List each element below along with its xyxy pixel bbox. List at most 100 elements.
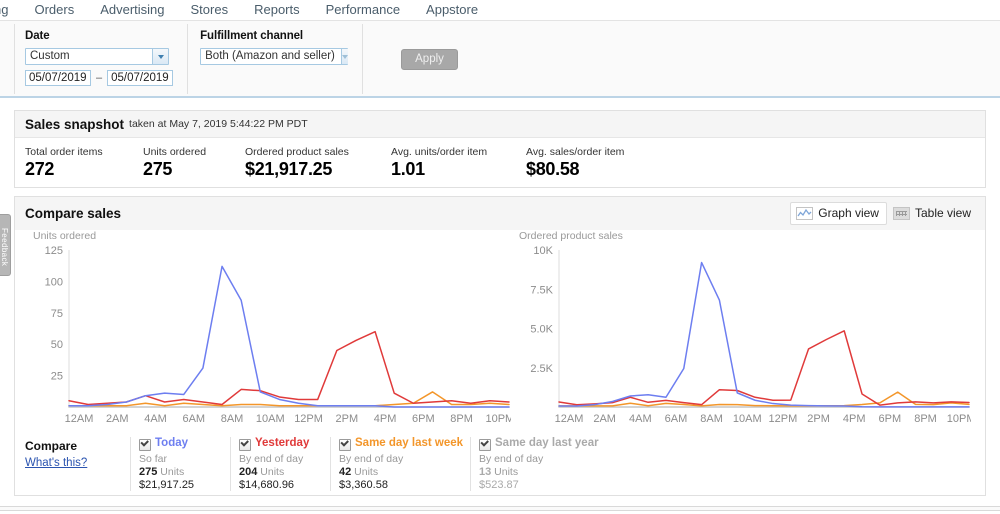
plot-area[interactable]: 25 50 75 100 125 12AM 2AM 4AM 6AM 8AM 10AM 12PM 2PM 4…	[33, 244, 511, 429]
nav-item-appstore[interactable]: Appstore	[413, 0, 491, 20]
date-end-input[interactable]	[107, 70, 174, 86]
svg-text:7.5K: 7.5K	[530, 284, 553, 296]
svg-text:2AM: 2AM	[106, 413, 129, 425]
chart-caption: Ordered product sales	[519, 230, 623, 242]
nav-item-performance[interactable]: Performance	[313, 0, 413, 20]
svg-text:25: 25	[51, 371, 63, 383]
svg-text:4AM: 4AM	[629, 413, 652, 425]
legend-sub: By end of day	[239, 453, 304, 465]
metric-value: $80.58	[526, 159, 580, 179]
legend-units-value: 42	[339, 466, 352, 478]
legend-sub: By end of day	[479, 453, 544, 465]
date-range-select-value: Custom	[30, 50, 70, 62]
compare-sales-card: Compare sales Graph view Table view Unit…	[14, 196, 986, 496]
svg-text:4PM: 4PM	[374, 413, 397, 425]
metric-value: 275	[143, 159, 173, 179]
legend-head: Same day last week	[339, 437, 470, 451]
metric-label: Avg. units/order item	[391, 146, 488, 158]
nav-item-advertising[interactable]: Advertising	[87, 0, 177, 20]
fulfillment-filter-label: Fulfillment channel	[200, 30, 304, 42]
line-chart-icon	[796, 206, 814, 220]
legend-units: 204 Units	[239, 466, 330, 478]
plot-area[interactable]: 2.5K 5.0K 7.5K 10K 12AM 2AM 4AM 6AM 8AM 10AM 12PM 2…	[519, 244, 971, 429]
svg-text:2PM: 2PM	[807, 413, 830, 425]
checkbox-same-day-last-year[interactable]	[479, 439, 491, 451]
svg-text:12AM: 12AM	[555, 413, 584, 425]
legend-amount: $21,917.25	[139, 479, 195, 491]
legend-units-word: Units	[160, 466, 185, 478]
table-view-label: Table view	[914, 206, 971, 220]
date-filter-group: Date Custom –	[14, 24, 187, 94]
view-toggle: Graph view Table view	[790, 202, 979, 225]
chart-caption: Units ordered	[33, 230, 97, 242]
filter-bar: Date Custom – Fulfillment channel Both (…	[0, 20, 1000, 98]
whats-this-link[interactable]: What's this?	[25, 457, 87, 469]
date-range-separator: –	[96, 72, 103, 84]
fulfillment-channel-select[interactable]: Both (Amazon and seller)	[200, 48, 349, 65]
legend-amount: $523.87	[479, 479, 519, 491]
nav-item-orders[interactable]: Orders	[21, 0, 87, 20]
legend-item-yesterday[interactable]: Yesterday By end of day 204 Units $14,68…	[230, 437, 330, 491]
metric-label: Total order items	[25, 146, 103, 158]
svg-text:8PM: 8PM	[450, 413, 473, 425]
compare-legend-row: Compare What's this? Today So far 275 Un…	[15, 437, 985, 491]
legend-sub: By end of day	[339, 453, 404, 465]
legend-label: Yesterday	[255, 437, 310, 449]
legend-units-word: Units	[494, 466, 519, 478]
line-chart-svg: 2.5K 5.0K 7.5K 10K 12AM 2AM 4AM 6AM 8AM 10AM 12PM 2…	[530, 245, 971, 425]
legend-label: Today	[155, 437, 189, 449]
checkbox-same-day-last-week[interactable]	[339, 439, 351, 451]
legend-item-today[interactable]: Today So far 275 Units $21,917.25	[130, 437, 230, 491]
graph-view-label: Graph view	[818, 206, 879, 220]
svg-text:2AM: 2AM	[593, 413, 616, 425]
date-filter-label: Date	[25, 30, 50, 42]
nav-item-reports[interactable]: Reports	[241, 0, 313, 20]
nav-item-0[interactable]: ng	[0, 0, 21, 20]
legend-amount: $14,680.96	[239, 479, 295, 491]
legend-units-value: 275	[139, 466, 158, 478]
svg-text:12PM: 12PM	[294, 413, 323, 425]
legend-head: Today	[139, 437, 230, 451]
metric-ordered-product-sales: Ordered product sales $21,917.25	[245, 146, 377, 180]
chart-ordered-product-sales: Ordered product sales 2.5K 5.0K 7.5K 10K 12A…	[519, 230, 971, 429]
metric-label: Avg. sales/order item	[526, 146, 625, 158]
checkbox-today[interactable]	[139, 439, 151, 451]
compare-legend-title-col: Compare What's this?	[25, 437, 130, 491]
svg-text:50: 50	[51, 339, 63, 351]
compare-sales-title: Compare sales	[25, 206, 122, 221]
svg-text:2.5K: 2.5K	[530, 363, 553, 375]
table-view-button[interactable]: Table view	[887, 202, 979, 225]
legend-units: 42 Units	[339, 466, 470, 478]
metric-avg-units-per-order-item: Avg. units/order item 1.01	[391, 146, 512, 180]
compare-legend-title: Compare	[25, 439, 78, 453]
legend-item-same-day-last-week[interactable]: Same day last week By end of day 42 Unit…	[330, 437, 470, 491]
legend-amount: $3,360.58	[339, 479, 388, 491]
feedback-tab[interactable]: Feedback	[0, 214, 11, 276]
chart-units-ordered: Units ordered 25 50 75 100 125 12AM 2AM 4AM 6AM 8…	[33, 230, 511, 429]
date-start-input[interactable]	[25, 70, 91, 86]
line-chart-svg: 25 50 75 100 125 12AM 2AM 4AM 6AM 8AM 10AM 12PM 2PM 4…	[45, 245, 511, 425]
nav-item-stores[interactable]: Stores	[178, 0, 242, 20]
filter-panel: Date Custom – Fulfillment channel Both (…	[14, 24, 472, 94]
legend-item-same-day-last-year[interactable]: Same day last year By end of day 13 Unit…	[470, 437, 610, 491]
metric-avg-sales-per-order-item: Avg. sales/order item $80.58	[526, 146, 624, 180]
sales-snapshot-card: Sales snapshot taken at May 7, 2019 5:44…	[14, 110, 986, 188]
svg-text:100: 100	[45, 276, 63, 288]
svg-text:10PM: 10PM	[485, 413, 511, 425]
legend-head: Yesterday	[239, 437, 330, 451]
svg-text:6PM: 6PM	[412, 413, 435, 425]
date-range-select[interactable]: Custom	[25, 48, 169, 65]
legend-units: 13 Units	[479, 466, 610, 478]
sales-snapshot-metrics: Total order items 272 Units ordered 275 …	[15, 138, 985, 180]
svg-text:6PM: 6PM	[879, 413, 902, 425]
apply-button[interactable]: Apply	[401, 49, 458, 70]
legend-units-value: 204	[239, 466, 258, 478]
checkbox-yesterday[interactable]	[239, 439, 251, 451]
sales-snapshot-title: Sales snapshot	[25, 116, 125, 132]
graph-view-button[interactable]: Graph view	[790, 202, 887, 225]
table-icon	[892, 206, 910, 220]
svg-text:10AM: 10AM	[256, 413, 285, 425]
svg-text:12PM: 12PM	[769, 413, 798, 425]
svg-text:6AM: 6AM	[665, 413, 688, 425]
metric-value: 272	[25, 159, 55, 179]
